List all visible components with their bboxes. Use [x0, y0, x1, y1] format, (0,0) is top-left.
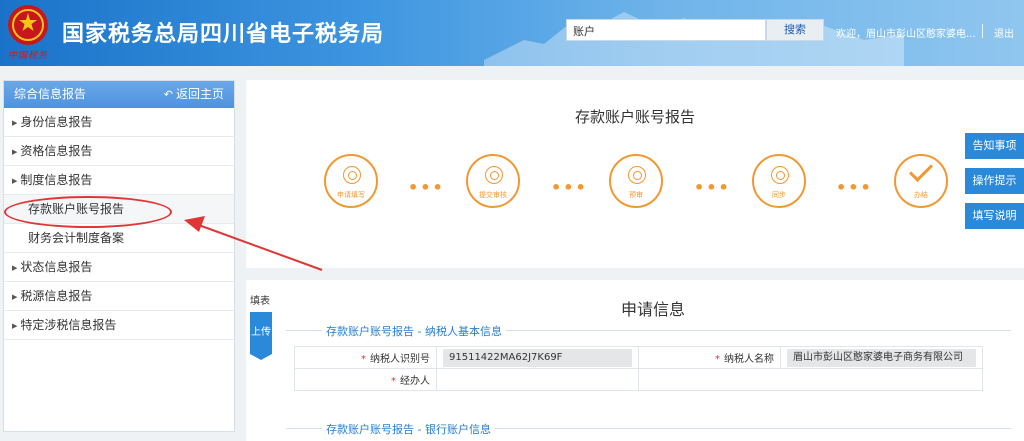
sync-icon — [771, 166, 789, 184]
precheck-icon — [628, 166, 646, 184]
step-connector: ••• — [408, 178, 445, 197]
sidebar-item-status[interactable]: ▶ 状态信息报告 — [4, 253, 234, 282]
header-divider — [982, 24, 983, 38]
sidebar-item-specific-tax[interactable]: ▶ 特定涉税信息报告 — [4, 311, 234, 340]
step-label: 办结 — [914, 191, 928, 199]
sidebar-title: 综合信息报告 — [14, 87, 87, 101]
step-label: 申请填写 — [337, 191, 365, 199]
process-panel: 存款账户账号报告 申请填写 ••• 提交审核 ••• 预审 ••• 同步 •••… — [246, 80, 1024, 268]
logout-link[interactable]: 退出 — [994, 25, 1014, 40]
triangle-right-icon: ▶ — [12, 293, 18, 301]
welcome-text[interactable]: 欢迎，眉山市彭山区憨家婆电... — [836, 25, 976, 40]
taxpayer-name-cell: 眉山市彭山区憨家婆电子商务有限公司 — [780, 346, 983, 369]
taxpayer-id-cell: 91511422MA62J7K69F — [436, 346, 639, 369]
taxpayer-name-label: * 纳税人名称 — [638, 346, 781, 369]
page-title: 存款账户账号报告 — [574, 108, 695, 126]
empty-cell — [638, 368, 781, 391]
field-label: 经办人 — [400, 376, 430, 387]
taxpayer-id-label: * 纳税人识别号 — [294, 346, 437, 369]
field-label: 纳税人识别号 — [370, 354, 430, 365]
apply-icon — [343, 166, 361, 184]
step-label: 同步 — [772, 191, 786, 199]
triangle-right-icon: ▶ — [12, 322, 18, 330]
notice-button[interactable]: 告知事项 — [965, 133, 1024, 159]
fill-instructions-button[interactable]: 填写说明 — [965, 203, 1024, 229]
highlight-ellipse — [4, 196, 172, 228]
sidebar-item-label: 资格信息报告 — [20, 144, 93, 158]
triangle-down-icon: ▶ — [12, 177, 18, 185]
sidebar: 综合信息报告 ↶ 返回主页 ▶ 身份信息报告 ▶ 资格信息报告 ▶ 制度信息报告 存款账… — [3, 80, 235, 432]
taxpayer-name-field[interactable]: 眉山市彭山区憨家婆电子商务有限公司 — [787, 348, 976, 367]
top-header: 中国税务 国家税务总局四川省电子税务局 账户 搜索 欢迎，眉山市彭山区憨家婆电.… — [0, 0, 1024, 66]
back-home-link[interactable]: ↶ 返回主页 — [164, 81, 224, 108]
required-mark: * — [391, 376, 396, 387]
step-submit: 提交审核 — [466, 154, 520, 208]
required-mark: * — [361, 354, 366, 365]
step-label: 预审 — [629, 191, 643, 199]
application-panel: 填表 上传 申请信息 存款账户账号报告 - 纳税人基本信息 * 纳税人识别号 91… — [246, 280, 1024, 441]
checkmark-icon — [908, 157, 934, 183]
section-legend: 存款账户账号报告 - 纳税人基本信息 — [322, 323, 506, 339]
bank-account-info-section: 存款账户账号报告 - 银行账户信息 — [286, 421, 1011, 441]
handler-label: * 经办人 — [294, 368, 437, 391]
required-mark: * — [715, 354, 720, 365]
empty-cell — [780, 368, 983, 391]
sidebar-item-label: 税源信息报告 — [20, 289, 93, 303]
section-legend: 存款账户账号报告 - 银行账户信息 — [322, 421, 495, 437]
back-home-label: 返回主页 — [175, 87, 224, 101]
operation-tips-button[interactable]: 操作提示 — [965, 168, 1024, 194]
field-label: 纳税人名称 — [724, 354, 774, 365]
step-complete: 办结 — [894, 154, 948, 208]
handler-field[interactable] — [436, 368, 639, 391]
sidebar-item-label: 制度信息报告 — [20, 173, 93, 187]
sidebar-item-system[interactable]: ▶ 制度信息报告 — [4, 166, 234, 195]
step-connector: ••• — [836, 178, 873, 197]
emblem-caption: 中国税务 — [8, 51, 49, 61]
sidebar-item-accounting-filing[interactable]: 财务会计制度备案 — [4, 224, 234, 253]
sidebar-item-label: 财务会计制度备案 — [28, 231, 125, 245]
step-precheck: 预审 — [609, 154, 663, 208]
sidebar-item-qualification[interactable]: ▶ 资格信息报告 — [4, 137, 234, 166]
sidebar-header: 综合信息报告 ↶ 返回主页 — [4, 81, 234, 108]
submit-icon — [485, 166, 503, 184]
search-button[interactable]: 搜索 — [766, 19, 824, 41]
application-title: 申请信息 — [620, 300, 685, 319]
sidebar-item-label: 状态信息报告 — [20, 260, 93, 274]
national-emblem-icon — [8, 5, 48, 45]
taxpayer-id-field[interactable]: 91511422MA62J7K69F — [443, 348, 632, 367]
step-connector: ••• — [551, 178, 588, 197]
sidebar-item-label: 特定涉税信息报告 — [20, 318, 117, 332]
step-label: 提交审核 — [479, 191, 507, 199]
taxpayer-info-table: * 纳税人识别号 91511422MA62J7K69F * 纳税人名称 眉山市彭山区… — [294, 346, 983, 391]
triangle-right-icon: ▶ — [12, 119, 18, 127]
return-arrow-icon: ↶ — [163, 88, 173, 101]
site-title: 国家税务总局四川省电子税务局 — [62, 22, 385, 47]
sidebar-item-tax-source[interactable]: ▶ 税源信息报告 — [4, 282, 234, 311]
search-input[interactable]: 账户 — [566, 19, 766, 41]
step-sync: 同步 — [752, 154, 806, 208]
step-apply: 申请填写 — [324, 154, 378, 208]
sidebar-item-identity[interactable]: ▶ 身份信息报告 — [4, 108, 234, 137]
triangle-right-icon: ▶ — [12, 264, 18, 272]
step-connector: ••• — [694, 178, 731, 197]
triangle-right-icon: ▶ — [12, 148, 18, 156]
sidebar-item-label: 身份信息报告 — [20, 115, 93, 129]
